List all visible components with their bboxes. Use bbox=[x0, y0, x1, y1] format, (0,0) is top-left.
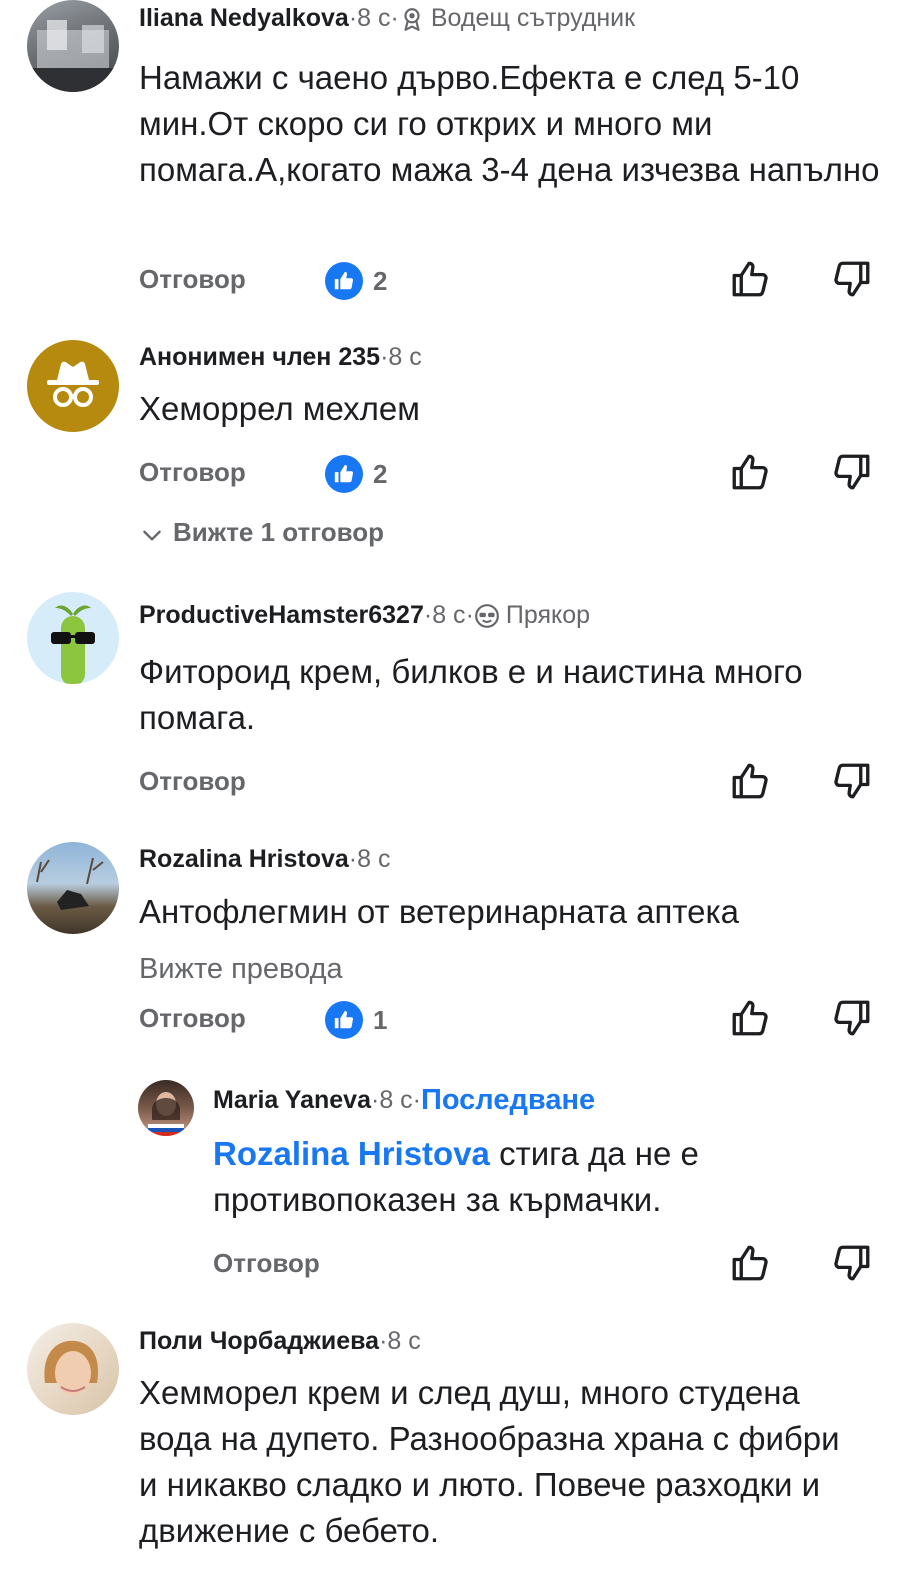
badge: Прякор bbox=[474, 601, 590, 630]
like-reaction-icon bbox=[325, 262, 363, 300]
comment-text: Намажи с чаено дърво.Ефекта е след 5-10 … bbox=[139, 59, 880, 188]
thumbs-up-icon[interactable] bbox=[729, 451, 771, 493]
thumbs-down-icon[interactable] bbox=[831, 451, 873, 493]
thumbs-down-icon[interactable] bbox=[831, 760, 873, 802]
thumbs-down-icon[interactable] bbox=[831, 1242, 873, 1284]
author-name[interactable]: ProductiveHamster6327 bbox=[139, 601, 424, 630]
comment-actions: Отговор bbox=[139, 756, 921, 806]
comment-actions: Отговор bbox=[213, 1238, 921, 1288]
follow-button[interactable]: Последване bbox=[421, 1084, 595, 1117]
avatar-image bbox=[27, 20, 119, 92]
comment-header: Maria Yaneva · 8 с · Последване bbox=[213, 1084, 596, 1117]
reply-button[interactable]: Отговор bbox=[139, 447, 246, 497]
comment-header: Iliana Nedyalkova · 8 с · Водещ сътрудни… bbox=[139, 4, 636, 33]
timestamp: 8 с bbox=[387, 1327, 421, 1355]
comment-header: Анонимен член 235 · 8 с bbox=[139, 343, 422, 372]
avatar[interactable] bbox=[27, 592, 119, 684]
timestamp: 8 с bbox=[357, 845, 391, 873]
badge-label: Водещ сътрудник bbox=[430, 4, 636, 32]
timestamp: 8 с bbox=[379, 1086, 413, 1114]
avatar[interactable] bbox=[27, 842, 119, 934]
thumbs-up-icon[interactable] bbox=[729, 258, 771, 300]
incognito-icon bbox=[47, 361, 99, 407]
comment-header: Поли Чорбаджиева · 8 с bbox=[139, 1327, 421, 1356]
comment-actions: Отговор 2 bbox=[139, 254, 921, 304]
thumbs-down-icon[interactable] bbox=[831, 997, 873, 1039]
comment-text: Rozalina Hristova стига да не е противоп… bbox=[213, 1131, 903, 1223]
like-reaction-icon bbox=[325, 455, 363, 493]
like-count: 2 bbox=[373, 458, 388, 489]
view-replies-label: Вижте 1 отговор bbox=[173, 517, 385, 547]
avatar[interactable] bbox=[27, 0, 119, 92]
avatar-image bbox=[44, 1340, 99, 1395]
like-reaction-icon bbox=[325, 1001, 363, 1039]
comment-actions: Отговор 2 bbox=[139, 447, 921, 497]
comment-text: Фитороид крем, билков е и наистина много… bbox=[139, 653, 803, 736]
reply-button[interactable]: Отговор bbox=[139, 993, 246, 1043]
reply-button[interactable]: Отговор bbox=[139, 756, 246, 806]
award-icon bbox=[404, 7, 420, 31]
chevron-down-icon bbox=[143, 530, 161, 541]
mention-link[interactable]: Rozalina Hristova bbox=[213, 1135, 490, 1172]
timestamp: 8 с bbox=[432, 601, 466, 629]
timestamp: 8 с bbox=[357, 4, 391, 32]
author-name[interactable]: Maria Yaneva bbox=[213, 1086, 371, 1115]
avatar-image bbox=[148, 1092, 184, 1136]
thumbs-up-icon[interactable] bbox=[729, 997, 771, 1039]
reply-button[interactable]: Отговор bbox=[213, 1238, 320, 1288]
author-name[interactable]: Анонимен член 235 bbox=[139, 343, 380, 372]
avatar[interactable] bbox=[27, 340, 119, 432]
reaction-summary[interactable]: 2 bbox=[325, 455, 387, 493]
thumbs-up-icon[interactable] bbox=[729, 1242, 771, 1284]
avatar[interactable] bbox=[138, 1080, 194, 1136]
view-replies-button[interactable]: Вижте 1 отговор bbox=[139, 517, 384, 548]
thumbs-up-icon[interactable] bbox=[729, 760, 771, 802]
see-translation-link[interactable]: Вижте превода bbox=[139, 953, 343, 986]
comment-actions: Отговор 1 bbox=[139, 993, 921, 1043]
comment-text: Хемморел крем и след душ, много студена … bbox=[139, 1374, 840, 1549]
reaction-summary[interactable]: 2 bbox=[325, 262, 387, 300]
nickname-icon bbox=[474, 603, 499, 628]
timestamp: 8 с bbox=[388, 343, 422, 371]
badge: Водещ сътрудник bbox=[399, 4, 635, 33]
avatar-image bbox=[51, 605, 95, 684]
like-count: 1 bbox=[373, 1004, 388, 1035]
like-count: 2 bbox=[373, 265, 388, 296]
author-name[interactable]: Поли Чорбаджиева bbox=[139, 1327, 379, 1356]
reaction-summary[interactable]: 1 bbox=[325, 1001, 387, 1039]
badge-label: Прякор bbox=[505, 601, 591, 629]
comment-text: Хеморрел мехлем bbox=[139, 390, 420, 427]
author-name[interactable]: Rozalina Hristova bbox=[139, 845, 349, 874]
comment-header: Rozalina Hristova · 8 с bbox=[139, 845, 391, 874]
comment-header: ProductiveHamster6327 · 8 с · Прякор bbox=[139, 601, 591, 630]
reply-button[interactable]: Отговор bbox=[139, 254, 246, 304]
author-name[interactable]: Iliana Nedyalkova bbox=[139, 4, 349, 33]
avatar[interactable] bbox=[27, 1323, 119, 1415]
thumbs-down-icon[interactable] bbox=[831, 258, 873, 300]
comment-text: Антофлегмин от ветеринарната аптека bbox=[139, 893, 740, 930]
avatar-image bbox=[36, 857, 104, 910]
